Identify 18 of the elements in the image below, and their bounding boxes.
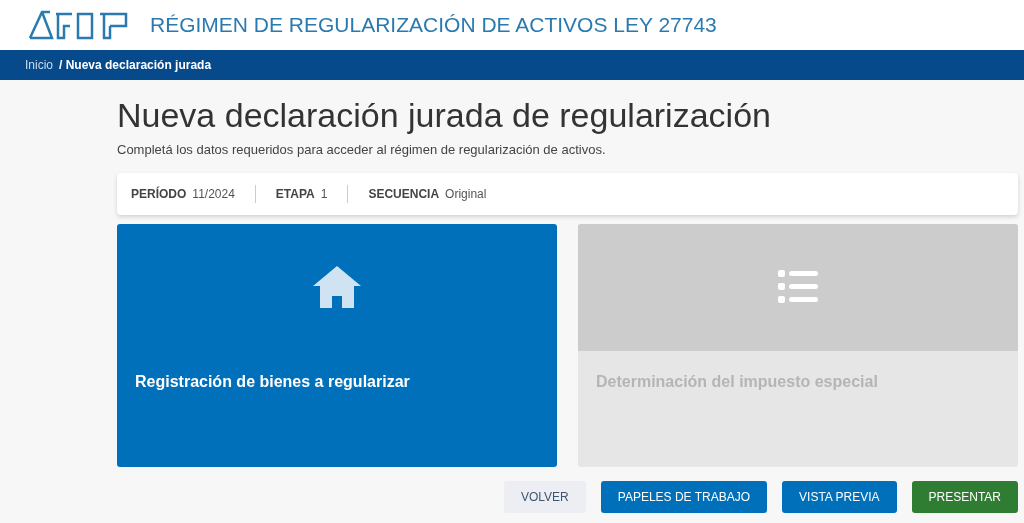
breadcrumb-link[interactable]: Inicio xyxy=(25,56,53,74)
page-title: Nueva declaración jurada de regularización xyxy=(117,95,772,136)
page-subtitle: Completá los datos requeridos para acceder al régimen de regularización de activos. xyxy=(117,141,607,159)
breadcrumb-link[interactable]: / Nueva declaración jurada xyxy=(59,56,212,74)
action-button[interactable]: VOLVER xyxy=(503,480,586,513)
action-button[interactable]: VISTA PREVIA xyxy=(782,480,897,513)
info-value: Original xyxy=(445,185,487,203)
action-button[interactable]: PAPELES DE TRABAJO xyxy=(600,480,768,513)
info-value: 1 xyxy=(320,185,328,203)
info-value: 11/2024 xyxy=(192,185,235,203)
action-button[interactable]: PRESENTAR xyxy=(911,480,1018,513)
app-title: RÉGIMEN DE REGULARIZACIÓN DE ACTIVOS LEY 27743 xyxy=(150,12,717,39)
list-icon xyxy=(778,269,818,305)
option-card[interactable]: Registración de bienes a regularizar xyxy=(117,223,557,467)
info-label: SECUENCIA xyxy=(368,185,440,203)
home-icon xyxy=(313,266,361,308)
info-label: ETAPA xyxy=(275,185,315,203)
info-label: PERÍODO xyxy=(131,185,187,203)
